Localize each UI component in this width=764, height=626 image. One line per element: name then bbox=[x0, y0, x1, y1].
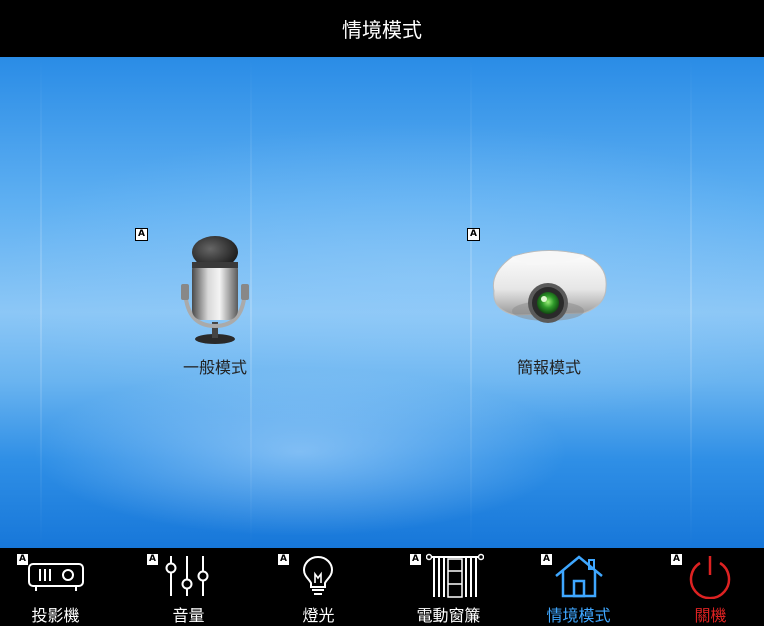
nav-projector[interactable]: A 投影機 bbox=[0, 548, 127, 626]
nav-power[interactable]: A 關機 bbox=[637, 548, 764, 626]
nav-power-label: 關機 bbox=[694, 606, 727, 625]
bottom-nav-bar: A 投影機 A 音量 A 燈光 A 電動窗簾 A 情境模式 A 關機 bbox=[0, 548, 764, 626]
nav-projector-label: 投影機 bbox=[31, 606, 80, 625]
nav-light[interactable]: A 燈光 bbox=[255, 548, 382, 626]
scene-mode-panel: A 一般模式 A 簡報模式 bbox=[0, 57, 764, 548]
volume-sliders-icon bbox=[165, 556, 209, 596]
curtain-icon bbox=[426, 553, 484, 598]
page-title: 情境模式 bbox=[342, 18, 422, 42]
mode-general-button[interactable]: 一般模式 bbox=[150, 232, 280, 377]
home-icon bbox=[555, 555, 603, 598]
nav-badge: A bbox=[277, 553, 290, 566]
projector-icon bbox=[492, 249, 607, 323]
nav-curtain-label: 電動窗簾 bbox=[416, 606, 481, 625]
nav-volume[interactable]: A 音量 bbox=[125, 548, 252, 626]
mode-presentation-label: 簡報模式 bbox=[516, 358, 581, 377]
power-icon bbox=[689, 556, 731, 599]
mode-presentation-button[interactable]: 簡報模式 bbox=[478, 237, 620, 377]
background-streak bbox=[470, 57, 472, 548]
nav-scene-mode-label: 情境模式 bbox=[546, 606, 611, 625]
mode-badge: A bbox=[135, 228, 148, 241]
header-bar: 情境模式 bbox=[0, 0, 764, 57]
nav-badge: A bbox=[409, 553, 422, 566]
light-bulb-icon bbox=[302, 555, 334, 595]
background-streak bbox=[690, 57, 692, 548]
microphone-icon bbox=[181, 236, 249, 344]
nav-badge: A bbox=[540, 553, 553, 566]
background-streak bbox=[40, 57, 42, 548]
nav-volume-label: 音量 bbox=[172, 606, 205, 625]
nav-scene-mode[interactable]: A 情境模式 bbox=[515, 548, 642, 626]
mode-general-label: 一般模式 bbox=[182, 358, 247, 377]
nav-light-label: 燈光 bbox=[302, 606, 335, 625]
nav-badge: A bbox=[146, 553, 159, 566]
nav-badge: A bbox=[670, 553, 683, 566]
nav-curtain[interactable]: A 電動窗簾 bbox=[385, 548, 512, 626]
projector-front-icon bbox=[28, 563, 84, 591]
